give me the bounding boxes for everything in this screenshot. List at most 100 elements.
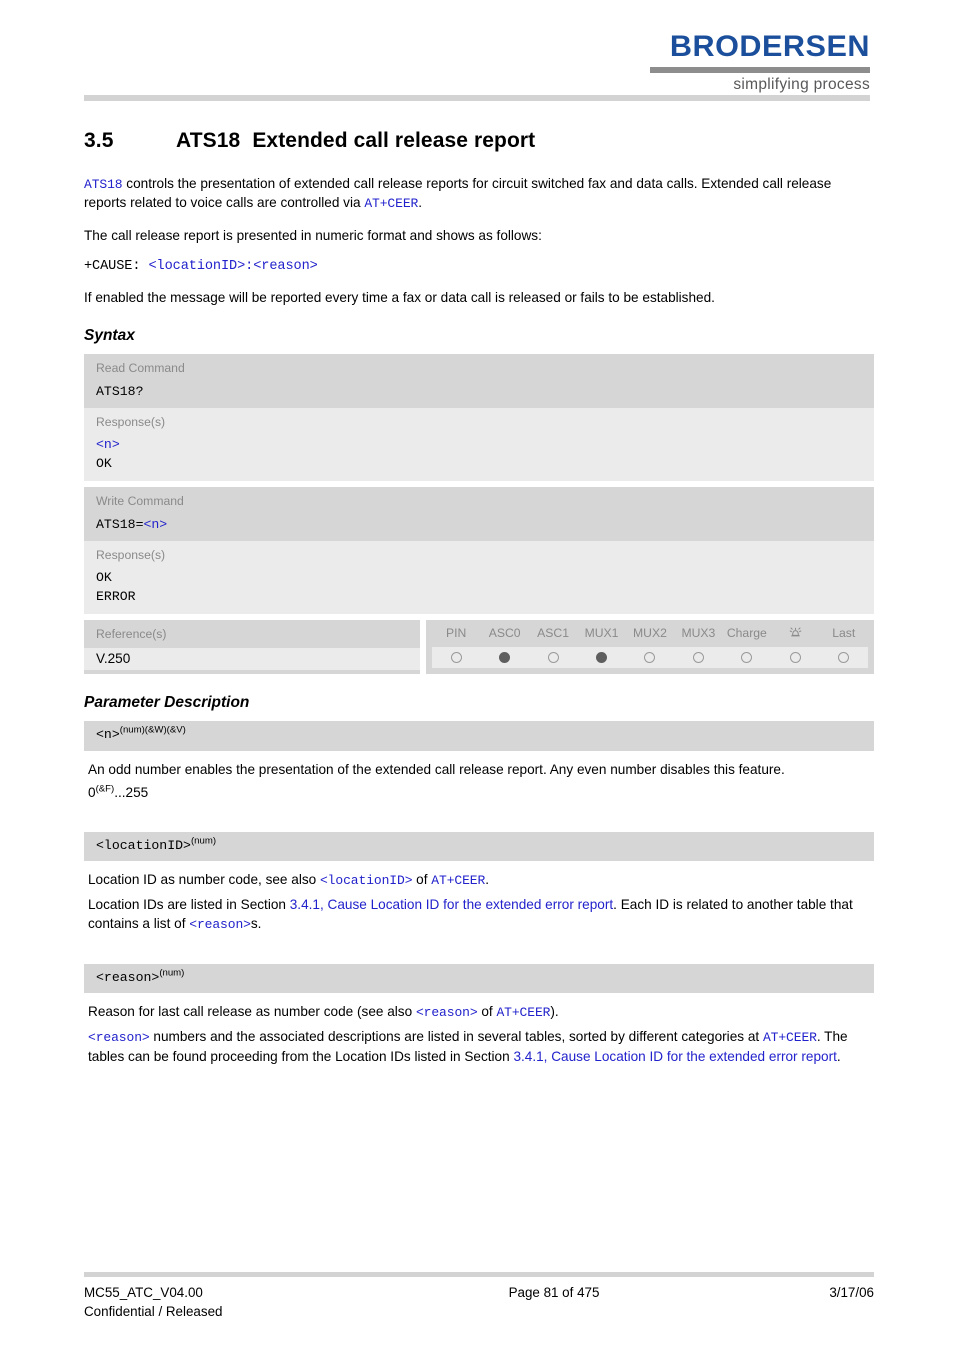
intro-paragraph-4: If enabled the message will be reported … [84,289,715,305]
page-title: 3.5 ATS18 Extended call release report [84,128,874,153]
logo-wordmark: BRODERSEN [669,30,870,63]
param-body-reason: Reason for last call release as number c… [84,993,874,1065]
reference-value-band: V.250 [84,647,420,670]
capability-col-charge: Charge [726,626,767,641]
param-sup-locationid: (num) [190,835,217,847]
write-command-plain: ATS18= [96,516,144,532]
capability-cell-mux3 [674,652,722,664]
param-sup-reason: (num) [159,967,185,979]
write-response-label: Response(s) [96,547,166,562]
cause-prefix: +CAUSE: [84,258,149,274]
logo-tagline: simplifying process [733,76,870,93]
rsn-l1-param: <reason> [415,1005,478,1021]
capability-dot-asc1 [547,652,559,664]
param-n-range-rest: ...255 [114,784,149,800]
reference-value: V.250 [96,650,131,666]
page-header: BRODERSEN simplifying process [0,0,954,101]
section-341-link-2[interactable]: 3.4.1, Cause Location ID for the extende… [513,1049,836,1064]
footer-center-empty [384,1302,724,1321]
intro-text-b: . [418,195,423,211]
capability-dot-mux2 [644,652,656,664]
capability-cell-asc0 [480,652,528,664]
read-response-label: Response(s) [96,414,166,429]
param-reason-line2: <reason> numbers and the associated desc… [88,1027,874,1066]
parameter-description-heading: Parameter Description [84,694,250,712]
section-number: 3.5 [84,129,114,152]
footer-row-1: MC55_ATC_V04.00 Page 81 of 475 3/17/06 [84,1283,874,1302]
capability-dot-wakeup [789,652,801,664]
cause-format-line: +CAUSE: <locationID>:<reason> [84,258,874,277]
capability-col-wakeup [771,625,819,644]
read-command-row: Read Command ATS18? [84,354,874,408]
param-locationid-line1: Location ID as number code, see also <lo… [88,870,874,890]
read-response-row: Response(s) <n> OK [84,407,874,482]
capability-dots-row [432,647,868,669]
param-header-n: <n>(num)(&W)(&V) [84,721,874,751]
write-command-param: <n> [143,516,168,532]
loc-l2-c: s. [250,915,262,931]
page-content: 3.5 ATS18 Extended call release report ATS… [84,128,874,1070]
capability-cell-wakeup [771,652,819,664]
capability-cell-mux2 [626,652,674,664]
section-command: ATS18 [176,129,241,152]
loc-l1-b: of [412,872,432,888]
capability-col-mux1: MUX1 [584,626,619,641]
capability-col-pin: PIN [446,626,467,641]
param-n-desc: An odd number enables the presentation o… [88,761,785,777]
write-command-code: ATS18=<n> [96,515,862,534]
cause-params: <locationID>:<reason> [148,258,318,274]
read-command-label: Read Command [96,361,185,376]
atceer-code-ref: AT+CEER [364,196,419,212]
read-response-ok: OK [96,456,112,472]
loc-l2-param: <reason> [189,916,251,932]
capability-cell-asc1 [529,652,577,664]
rsn-l2-param: <reason> [88,1029,150,1045]
loc-l1-param: <locationID> [319,873,413,889]
capability-col-asc0: ASC0 [488,626,521,641]
rsn-l2-c: . [836,1048,841,1064]
capability-dot-asc0 [499,652,511,664]
footer-doc-id: MC55_ATC_V04.00 [84,1285,203,1300]
footer-page-number: Page 81 of 475 [508,1285,600,1300]
intro-text-a: controls the presentation of extended ca… [84,176,832,211]
param-header-reason: <reason>(num) [84,963,874,994]
param-sup-n: (num)(&W)(&V) [119,725,186,737]
write-command-row: Write Command ATS18=<n> [84,487,874,541]
param-body-locationid: Location ID as number code, see also <lo… [84,861,874,933]
write-response-error: ERROR [96,589,136,605]
loc-l1-c: . [485,872,489,888]
capability-col-mux2: MUX2 [633,626,667,641]
loc-l1-a: Location ID as number code, see also [88,872,320,888]
capability-cell-last [820,652,868,664]
capability-dot-mux1 [596,652,608,664]
capability-box: PIN ASC0 ASC1 MUX1 MUX2 MUX3 Charge Last [426,620,874,675]
param-n-range: 0(&F)...255 [88,783,874,802]
brodersen-logo: BRODERSEN simplifying process [650,32,870,93]
ats18-code-ref: ATS18 [84,177,123,193]
reference-capability-row: Reference(s) V.250 PIN ASC0 ASC1 MUX1 MU… [84,620,874,675]
document-page: BRODERSEN simplifying process 3.5 ATS18 Ex… [0,0,954,1351]
loc-l1-cmd: AT+CEER [431,873,486,889]
loc-l2-a: Location IDs are listed in Section [88,896,290,912]
capability-cell-mux1 [577,652,625,664]
rsn-l2-a: numbers and the associated descriptions … [149,1028,763,1044]
footer-date: 3/17/06 [829,1285,874,1300]
section-341-link[interactable]: 3.4.1, Cause Location ID for the extende… [290,897,613,912]
section-title-text: Extended call release report [252,129,536,152]
param-n-range-sup: (&F) [95,783,115,795]
capability-dot-last [838,652,850,664]
capability-dot-pin [450,652,462,664]
write-command-label: Write Command [96,494,184,509]
param-name-locationid: <locationID> [96,837,191,853]
rsn-l1-c: ). [550,1004,559,1020]
intro-paragraph-1: ATS18 controls the presentation of exten… [84,175,874,213]
param-reason-line1: Reason for last call release as number c… [88,1002,874,1022]
footer-divider [84,1272,874,1277]
rsn-l2-cmd: AT+CEER [762,1029,817,1045]
footer-row-2: Confidential / Released [84,1302,874,1321]
rsn-l1-cmd: AT+CEER [496,1005,551,1021]
param-n-range-value: 0 [88,784,96,800]
page-footer: MC55_ATC_V04.00 Page 81 of 475 3/17/06 C… [84,1272,874,1322]
read-command-code: ATS18? [96,383,144,399]
